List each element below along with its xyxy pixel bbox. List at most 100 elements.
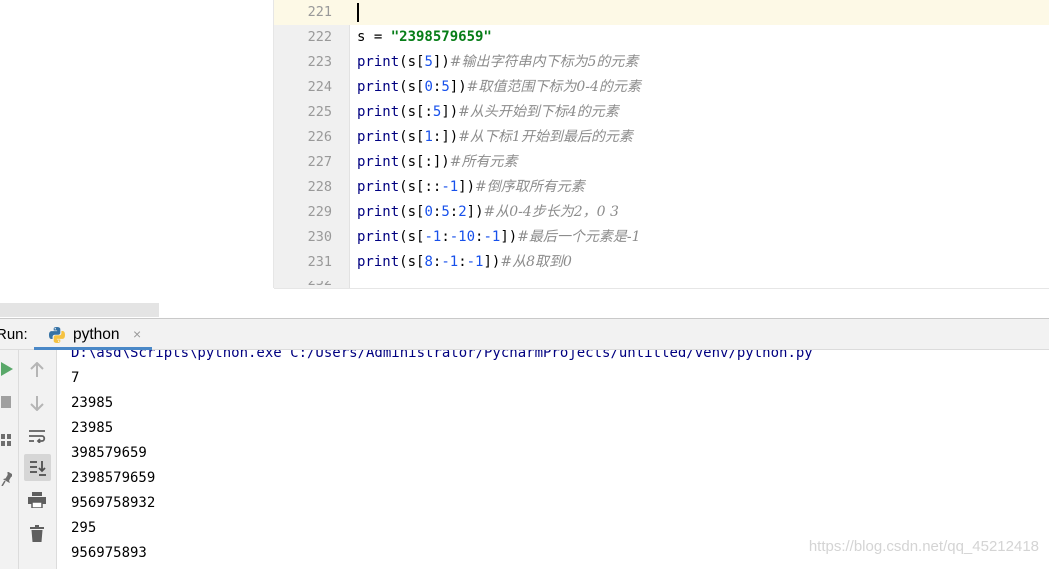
code-token: -1 (424, 229, 442, 245)
code-line[interactable]: 229 print(s[0:5:2])#从0-4步长为2，0 3 (274, 200, 1049, 225)
code-line[interactable]: 222 s = "2398579659" (274, 25, 1049, 50)
code-token: #输出字符串内下标为5的元素 (449, 54, 639, 70)
code-token: : (441, 229, 450, 245)
run-console[interactable]: D:\asd\Scripts\python.exe C:/Users/Admin… (57, 350, 1049, 569)
code-token: -1 (466, 254, 484, 270)
line-number: 224 (307, 79, 332, 95)
code-token: print (357, 79, 400, 95)
code-text: print(s[0:5])#取值范围下标为0-4的元素 (357, 75, 641, 100)
code-token: -10 (449, 229, 476, 245)
code-token: ]) (483, 254, 501, 270)
console-output-line: 956975893 (71, 545, 147, 561)
code-token: (s[:]) (399, 154, 450, 170)
code-token: print (357, 129, 400, 145)
console-output-line: 2398579659 (71, 470, 156, 486)
code-line[interactable]: 223 print(s[5])#输出字符串内下标为5的元素 (274, 50, 1049, 75)
code-text: print(s[-1:-10:-1])#最后一个元素是-1 (357, 225, 641, 250)
code-text: print(s[1:])#从下标1开始到最后的元素 (357, 125, 633, 150)
console-output-line: 398579659 (71, 445, 147, 461)
code-line[interactable]: 227 print(s[:])#所有元素 (274, 150, 1049, 175)
layout-icon[interactable] (0, 432, 12, 448)
code-token: (s[ (399, 254, 425, 270)
line-number: 223 (307, 54, 332, 70)
stop-icon[interactable] (0, 394, 12, 410)
code-token: #所有元素 (449, 154, 518, 170)
code-token: : (458, 254, 467, 270)
code-token: print (357, 229, 400, 245)
scroll-to-end-icon[interactable] (24, 454, 51, 481)
code-line[interactable]: 226 print(s[1:])#从下标1开始到最后的元素 (274, 125, 1049, 150)
code-line[interactable]: 231 print(s[8:-1:-1])#从8取到0 (274, 250, 1049, 275)
code-token: "2398579659" (390, 29, 492, 45)
code-token: -1 (483, 229, 501, 245)
editor-bottom-area (274, 288, 1049, 318)
run-tab-label: python (73, 326, 120, 343)
code-token: (s[ (399, 229, 425, 245)
text-caret (357, 3, 359, 22)
code-token: print (357, 254, 400, 270)
run-tab-python[interactable]: python × (34, 319, 152, 350)
code-token: -1 (441, 179, 459, 195)
code-token: print (357, 104, 400, 120)
close-icon[interactable]: × (133, 326, 141, 342)
code-line[interactable]: 225 print(s[:5])#从头开始到下标4的元素 (274, 100, 1049, 125)
console-output-line: 9569758932 (71, 495, 156, 511)
code-token: (s[ (399, 79, 425, 95)
pin-icon[interactable] (0, 470, 12, 488)
code-token: (s[ (399, 129, 425, 145)
code-text: print(s[5])#输出字符串内下标为5的元素 (357, 50, 638, 75)
trash-icon[interactable] (27, 523, 47, 543)
code-token: 2 (458, 204, 467, 220)
code-token: s = (357, 29, 391, 45)
code-token: ]) (441, 104, 459, 120)
code-token: ]) (458, 179, 476, 195)
console-output-line: 7 (71, 370, 80, 386)
line-number: 231 (307, 254, 332, 270)
code-token: (s[ (399, 54, 425, 70)
line-number: 222 (307, 29, 332, 45)
code-text: print(s[::-1])#倒序取所有元素 (357, 175, 585, 200)
line-number: 227 (307, 154, 332, 170)
code-text: print(s[:5])#从头开始到下标4的元素 (357, 100, 619, 125)
code-token: :]) (432, 129, 459, 145)
line-number-cut: 232 (274, 281, 332, 288)
line-number: 230 (307, 229, 332, 245)
code-line[interactable]: 228 print(s[::-1])#倒序取所有元素 (274, 175, 1049, 200)
python-icon (49, 327, 65, 343)
code-token: print (357, 154, 400, 170)
code-token: ]) (500, 229, 518, 245)
code-token: 5 (441, 79, 450, 95)
run-label: Run: (0, 326, 28, 343)
console-output-line: 23985 (71, 420, 114, 436)
code-line[interactable]: 224 print(s[0:5])#取值范围下标为0-4的元素 (274, 75, 1049, 100)
soft-wrap-icon[interactable] (27, 426, 47, 446)
line-number: 229 (307, 204, 332, 220)
code-token: 1 (424, 129, 433, 145)
code-token: #取值范围下标为0-4的元素 (466, 79, 641, 95)
code-token: print (357, 54, 400, 70)
horizontal-scrollbar[interactable] (0, 303, 159, 317)
rerun-icon[interactable] (0, 360, 14, 378)
console-output-line: 23985 (71, 395, 114, 411)
line-number: 228 (307, 179, 332, 195)
code-token: ]) (432, 54, 450, 70)
code-token: (s[ (399, 204, 425, 220)
code-token: 8 (424, 254, 433, 270)
code-line[interactable]: 221 (274, 0, 1049, 25)
watermark: https://blog.csdn.net/qq_45212418 (808, 538, 1039, 555)
code-token: ]) (449, 79, 467, 95)
line-number: 225 (307, 104, 332, 120)
code-token: (s[: (399, 104, 433, 120)
print-icon[interactable] (27, 490, 47, 510)
code-text: print(s[0:5:2])#从0-4步长为2，0 3 (357, 200, 619, 225)
code-line[interactable]: 230 print(s[-1:-10:-1])#最后一个元素是-1 (274, 225, 1049, 250)
console-command-line: D:\asd\Scripts\python.exe C:/Users/Admin… (71, 350, 813, 361)
arrow-up-icon[interactable] (27, 360, 47, 380)
code-token: 5 (424, 54, 433, 70)
code-token: #从头开始到下标4的元素 (458, 104, 619, 120)
code-token: : (449, 204, 459, 220)
arrow-down-icon[interactable] (27, 393, 47, 413)
code-token: -1 (441, 254, 459, 270)
code-token: ]) (466, 204, 484, 220)
code-token: 0 (424, 204, 433, 220)
